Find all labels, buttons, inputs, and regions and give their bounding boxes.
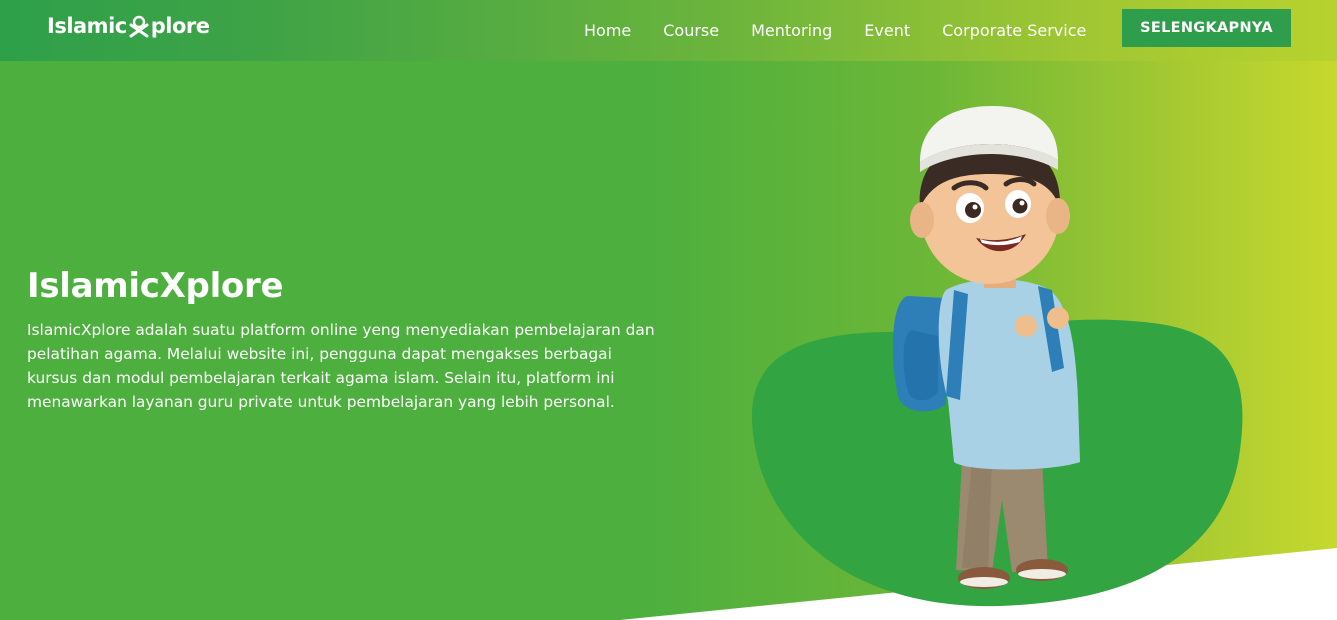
hero-section xyxy=(0,0,1337,620)
brand-name-right: plore xyxy=(150,14,210,38)
hero-description: IslamicXplore adalah suatu platform onli… xyxy=(27,321,655,411)
nav-event[interactable]: Event xyxy=(864,21,910,40)
nav-mentoring[interactable]: Mentoring xyxy=(751,21,832,40)
selengkapnya-button[interactable]: SELENGKAPNYA xyxy=(1122,9,1291,47)
boy-with-backpack-illustration xyxy=(751,106,1243,607)
brand-logo[interactable]: Islamic plore xyxy=(47,14,210,38)
top-navbar: Islamic plore Home Course Mentoring Even… xyxy=(0,0,1337,61)
nav-corporate-service[interactable]: Corporate Service xyxy=(942,21,1086,40)
hero-title: IslamicXplore xyxy=(27,266,284,306)
main-nav: Home Course Mentoring Event Corporate Se… xyxy=(584,0,1118,61)
brand-name-left: Islamic xyxy=(47,14,127,38)
nav-home[interactable]: Home xyxy=(584,21,631,40)
x-logo-icon xyxy=(129,15,149,38)
nav-course[interactable]: Course xyxy=(663,21,719,40)
